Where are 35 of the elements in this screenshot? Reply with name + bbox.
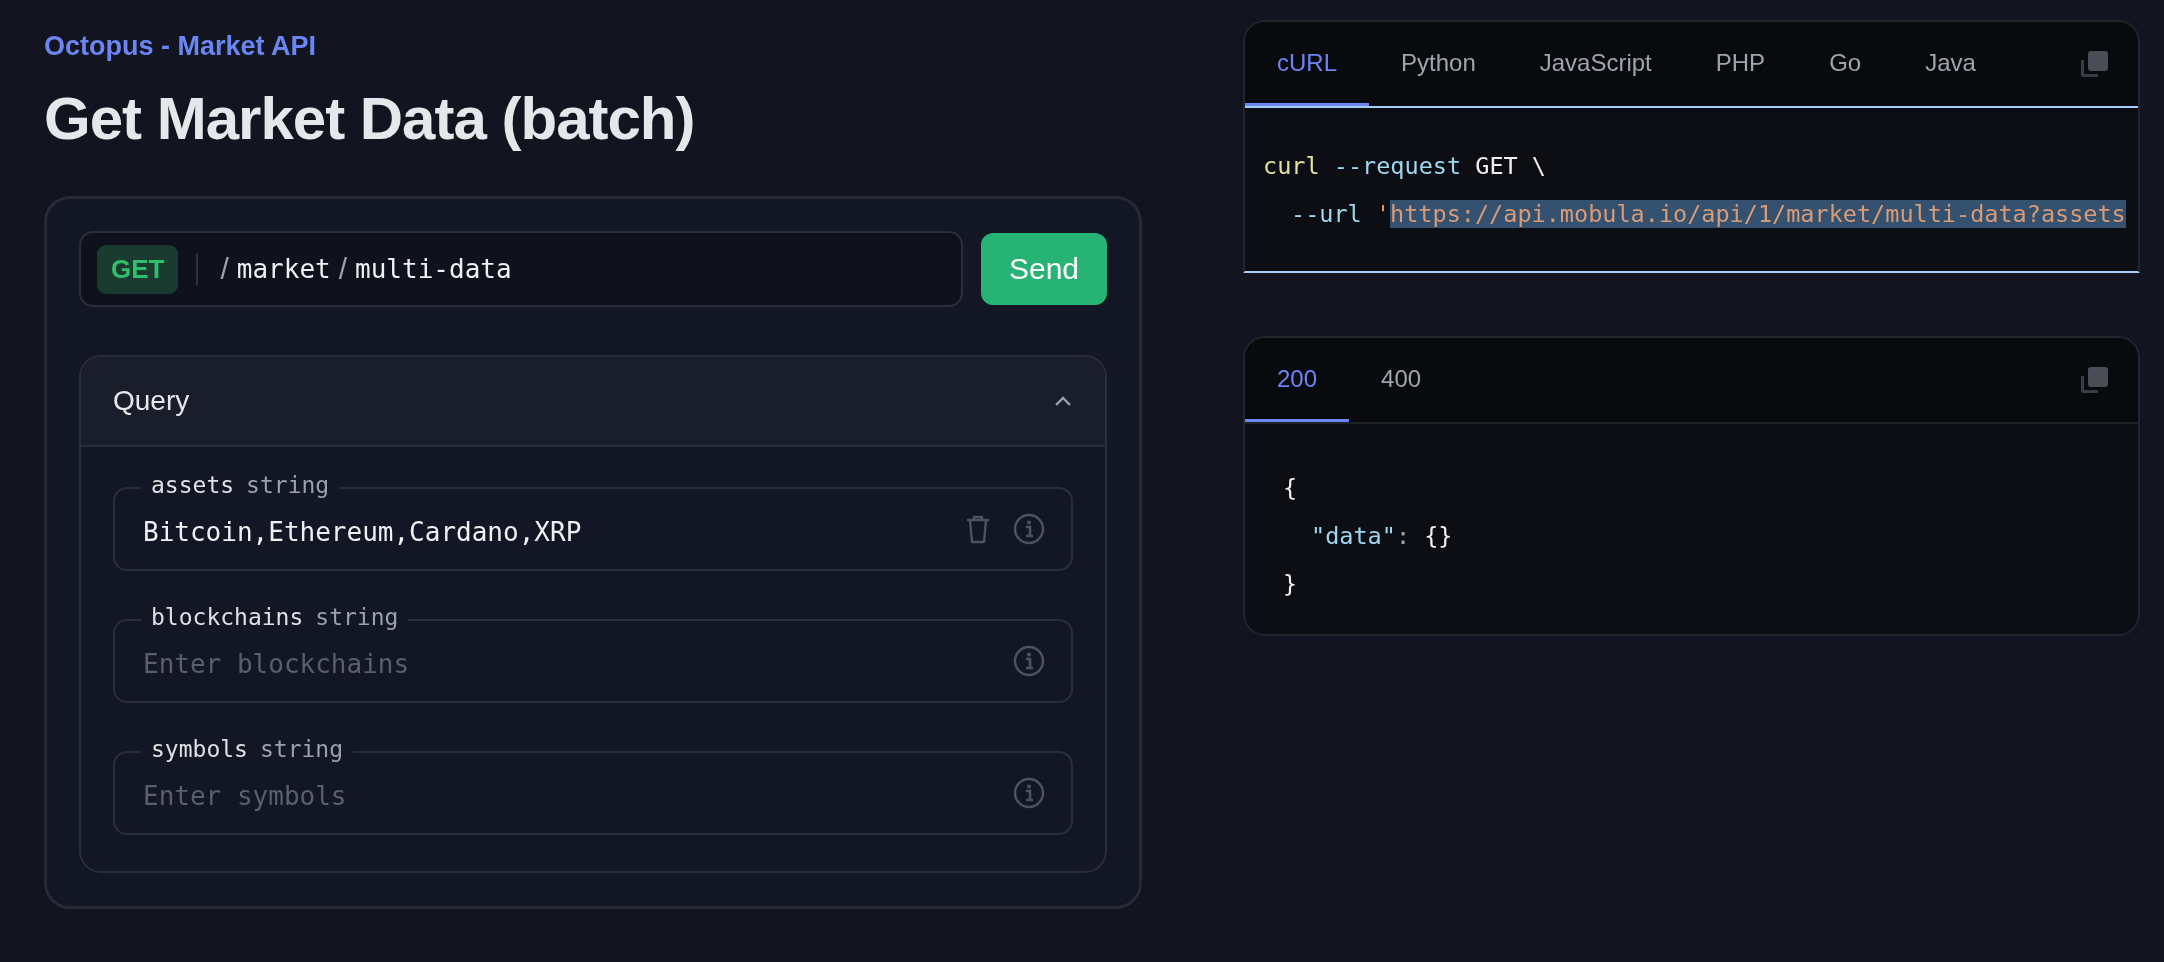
code-text: } [1283, 570, 1298, 598]
tab[interactable]: JavaScript [1507, 22, 1684, 106]
path-separator: / [338, 252, 348, 286]
path-text: multi-data [355, 254, 512, 284]
info-icon[interactable] [1013, 645, 1045, 677]
info-icon[interactable] [1013, 513, 1045, 545]
method-badge: GET [97, 244, 179, 294]
breadcrumb[interactable]: Octopus - Market API [44, 28, 317, 64]
tab[interactable]: Java [1893, 22, 2008, 106]
code-text: : [1395, 522, 1411, 550]
code-text: "data" [1311, 522, 1396, 550]
path-text: market [236, 254, 331, 284]
code-text: {} [1424, 522, 1453, 550]
copy-icon[interactable] [2078, 48, 2110, 80]
code-text: --url [1291, 200, 1362, 228]
page-title: Get Market Data (batch) [44, 84, 696, 154]
code-text: --request [1333, 152, 1462, 180]
tab[interactable]: 400 [1349, 338, 1454, 422]
tab[interactable]: 200 [1245, 338, 1350, 422]
copy-icon[interactable] [2078, 364, 2110, 396]
trash-icon[interactable] [965, 514, 991, 544]
code-text: curl [1263, 152, 1320, 180]
tab[interactable]: cURL [1245, 22, 1369, 106]
section-title: Query [113, 385, 190, 417]
code-text: https://api.mobula.io/api/1/market/multi-data?assets [1390, 200, 2126, 228]
code-text: ' [1375, 200, 1391, 228]
query-header[interactable]: Query [81, 357, 1105, 447]
tab[interactable]: PHP [1683, 22, 1798, 106]
chevron-up-icon[interactable] [1053, 395, 1073, 407]
tab[interactable]: Python [1369, 22, 1508, 106]
info-icon[interactable] [1013, 777, 1045, 809]
code-text: GET \ [1475, 152, 1546, 180]
code-text: { [1283, 474, 1298, 502]
path-separator: / [220, 252, 229, 286]
tab[interactable]: Go [1797, 22, 1894, 106]
